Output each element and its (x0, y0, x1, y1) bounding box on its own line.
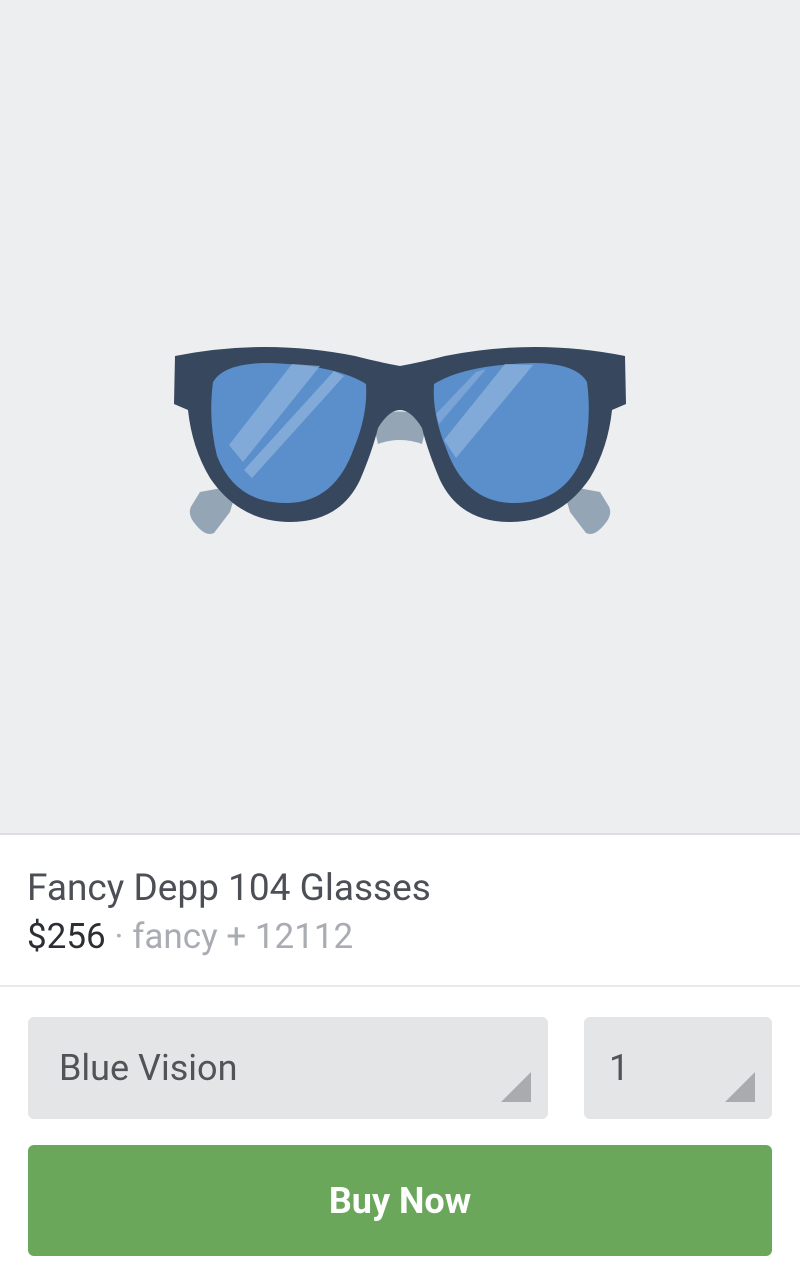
product-price: $256 (27, 916, 106, 957)
dropdown-corner-icon (725, 1072, 755, 1102)
dropdown-corner-icon (501, 1072, 531, 1102)
shop-label[interactable]: fancy + 12112 (132, 916, 353, 957)
buy-now-button[interactable]: Buy Now (28, 1145, 772, 1256)
variant-select[interactable]: Blue Vision (28, 1017, 548, 1119)
buy-now-label: Buy Now (328, 1179, 472, 1222)
quantity-select-value: 1 (609, 1047, 630, 1089)
variant-select-value: Blue Vision (59, 1047, 238, 1089)
product-title: Fancy Depp 104 Glasses (27, 867, 431, 910)
sunglasses-icon (174, 347, 626, 534)
quantity-select[interactable]: 1 (584, 1017, 772, 1119)
product-image-area (0, 0, 800, 835)
product-meta: $256 · fancy + 12112 (27, 914, 353, 960)
meta-separator: · (114, 916, 124, 957)
